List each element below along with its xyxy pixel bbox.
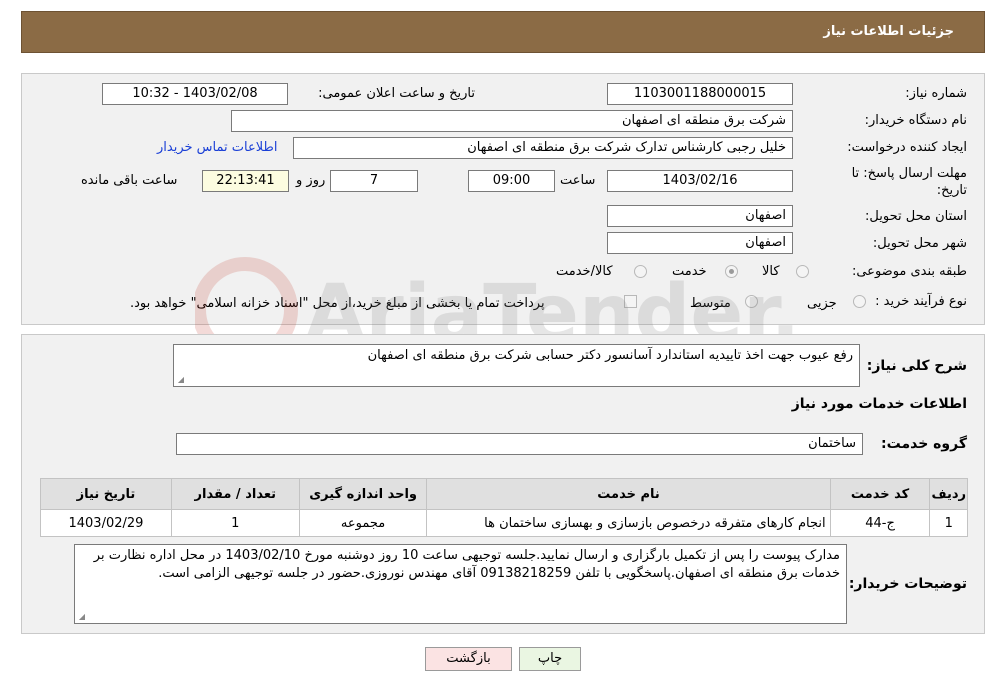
page-header: جزئیات اطلاعات نیاز	[21, 11, 985, 53]
province-field[interactable]: اصفهان	[607, 205, 793, 227]
buyer-org-label: نام دستگاه خريدار:	[864, 113, 967, 128]
remaining-time-label: ساعت باقی مانده	[81, 173, 178, 188]
requester-label: ايجاد کننده درخواست:	[847, 140, 967, 155]
resize-handle-icon[interactable]: ◢	[77, 613, 85, 621]
deadline-label-line1: مهلت ارسال پاسخ: تا	[851, 166, 967, 181]
page-title: جزئیات اطلاعات نیاز	[823, 24, 954, 39]
cell-quantity: 1	[170, 509, 300, 537]
summary-text: رفع عیوب جهت اخذ تاییدیه استاندارد آسانس…	[367, 348, 853, 363]
purchase-process-label: نوع فرآیند خرید :	[875, 294, 967, 309]
deadline-time-field[interactable]: 09:00	[468, 170, 555, 192]
requester-field[interactable]: خلیل رجبی کارشناس تدارک شرکت برق منطقه ا…	[293, 137, 793, 159]
process-option-medium: متوسط	[690, 296, 731, 311]
service-group-label: گروه خدمت:	[881, 436, 967, 452]
resize-handle-icon[interactable]: ◢	[176, 376, 184, 384]
table-row: 1 ج-44 انجام کارهای متفرقه درخصوص بازساز…	[40, 509, 968, 537]
col-header-row-number: ردیف	[929, 478, 968, 510]
print-button[interactable]: چاپ	[519, 647, 581, 671]
announce-datetime-label: تاریخ و ساعت اعلان عمومی:	[318, 86, 475, 101]
process-radio-medium[interactable]	[745, 295, 758, 308]
col-header-quantity: تعداد / مقدار	[170, 478, 300, 510]
process-radio-minor[interactable]	[853, 295, 866, 308]
need-number-field[interactable]: 1103001188000015	[607, 83, 793, 105]
deadline-label-line2: تاریخ:	[936, 183, 967, 198]
category-radio-goods[interactable]	[796, 265, 809, 278]
need-number-label: شماره نیاز:	[905, 86, 967, 101]
province-label: استان محل تحویل:	[865, 209, 967, 224]
category-option-service: خدمت	[672, 264, 707, 279]
buyer-notes-textarea[interactable]: مدارک پیوست را پس از تکمیل بارگزاری و ار…	[74, 544, 847, 624]
cell-row-number: 1	[929, 509, 968, 537]
col-header-unit: واحد اندازه گیری	[298, 478, 428, 510]
cell-service-code: ج-44	[829, 509, 931, 537]
summary-textarea[interactable]: رفع عیوب جهت اخذ تاییدیه استاندارد آسانس…	[173, 344, 860, 387]
remaining-days-field[interactable]: 7	[330, 170, 418, 192]
city-field[interactable]: اصفهان	[607, 232, 793, 254]
table-header-row: ردیف کد خدمت نام خدمت واحد اندازه گیری ت…	[40, 478, 968, 510]
category-option-goods-service: کالا/خدمت	[556, 264, 613, 279]
buyer-notes-label: توضیحات خریدار:	[848, 576, 967, 592]
cell-need-date: 1403/02/29	[40, 509, 172, 537]
category-radio-goods-service[interactable]	[634, 265, 647, 278]
col-header-need-date: تاریخ نیاز	[40, 478, 172, 510]
col-header-service-name: نام خدمت	[426, 478, 831, 510]
services-section-title: اطلاعات خدمات مورد نیاز	[791, 396, 967, 412]
buyer-org-field[interactable]: شرکت برق منطقه ای اصفهان	[231, 110, 793, 132]
city-label: شهر محل تحویل:	[872, 236, 967, 251]
back-button[interactable]: بازگشت	[425, 647, 512, 671]
summary-label: شرح کلی نیاز:	[866, 358, 967, 374]
days-label: روز و	[296, 173, 326, 188]
buyer-contact-link[interactable]: اطلاعات تماس خریدار	[157, 140, 277, 155]
category-radio-service[interactable]	[725, 265, 738, 278]
treasury-payment-checkbox[interactable]	[624, 295, 637, 308]
deadline-time-label: ساعت	[560, 173, 596, 188]
remaining-time-field: 22:13:41	[202, 170, 289, 192]
treasury-payment-note: پرداخت تمام یا بخشی از مبلغ خرید،از محل …	[130, 296, 545, 311]
cell-unit: مجموعه	[298, 509, 428, 537]
service-group-field[interactable]: ساختمان	[176, 433, 863, 455]
services-table: ردیف کد خدمت نام خدمت واحد اندازه گیری ت…	[40, 478, 968, 537]
cell-service-name: انجام کارهای متفرقه درخصوص بازسازی و بهس…	[426, 509, 831, 537]
category-option-goods: کالا	[762, 264, 780, 279]
col-header-service-code: کد خدمت	[829, 478, 931, 510]
process-option-minor: جزیی	[807, 296, 837, 311]
announce-datetime-field[interactable]: 1403/02/08 - 10:32	[102, 83, 288, 105]
deadline-date-field[interactable]: 1403/02/16	[607, 170, 793, 192]
category-label: طبقه بندی موضوعی:	[851, 264, 967, 279]
buyer-notes-text: مدارک پیوست را پس از تکمیل بارگزاری و ار…	[93, 548, 840, 581]
